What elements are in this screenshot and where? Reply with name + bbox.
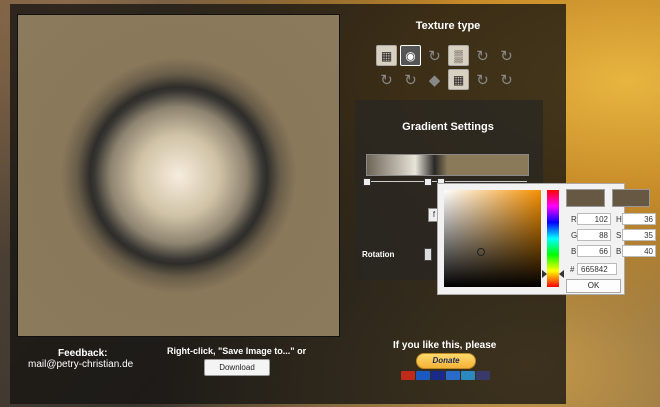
noise-icon[interactable]: ▒ xyxy=(448,45,469,66)
s-input[interactable]: 35 xyxy=(622,229,656,241)
texture-type-title: Texture type xyxy=(415,20,481,32)
diamond-pattern-icon: ◆ xyxy=(428,71,441,89)
refresh-icon: ↻ xyxy=(476,71,489,89)
donate-button[interactable]: Donate xyxy=(416,353,476,369)
rotation-label: Rotation xyxy=(362,250,395,259)
tile-pattern-icon[interactable]: ▦ xyxy=(376,45,397,66)
refresh-icon: ↻ xyxy=(428,47,441,65)
color-cursor[interactable] xyxy=(477,248,485,256)
color-picker: R 102 G 88 B 66 H 36 S 35 B 40 # 665842 … xyxy=(437,183,656,295)
refresh-icon: ↻ xyxy=(404,71,417,89)
ok-button[interactable]: OK xyxy=(566,279,621,293)
hex-label: # xyxy=(570,265,575,274)
r-label: R xyxy=(571,215,577,224)
texture-preview-canvas[interactable] xyxy=(17,14,340,337)
b-label: B xyxy=(571,247,577,256)
h-label: H xyxy=(616,215,622,224)
refresh-icon: ↻ xyxy=(500,71,513,89)
refresh-icon: ↻ xyxy=(500,47,513,65)
h-input[interactable]: 36 xyxy=(622,213,656,225)
brightness-input[interactable]: 40 xyxy=(622,245,656,257)
radial-gradient-icon[interactable]: ◉ xyxy=(400,45,421,66)
download-button[interactable]: Download xyxy=(204,359,270,376)
hue-arrow-left-icon xyxy=(542,270,547,278)
g-input[interactable]: 88 xyxy=(577,229,611,241)
save-hint-text: Right-click, "Save Image to..." or xyxy=(167,346,307,356)
rotation-slider-handle[interactable] xyxy=(424,248,432,261)
current-color-swatch xyxy=(612,189,650,207)
amex-icon xyxy=(461,371,475,380)
brightness-label: B xyxy=(616,247,622,256)
saturation-value-square[interactable] xyxy=(444,190,541,287)
payment-cards xyxy=(401,371,490,380)
feedback-title: Feedback: xyxy=(58,348,108,359)
gradient-stop-track xyxy=(366,181,527,182)
gradient-stop-handle[interactable] xyxy=(424,178,432,186)
mastercard-icon xyxy=(401,371,415,380)
hex-input[interactable]: 665842 xyxy=(577,263,617,275)
gradient-stop-handle[interactable] xyxy=(363,178,371,186)
gradient-bar[interactable] xyxy=(366,154,529,176)
new-color-swatch xyxy=(566,189,605,207)
hue-slider[interactable] xyxy=(547,190,559,287)
b-input[interactable]: 66 xyxy=(577,245,611,257)
hue-arrow-right-icon xyxy=(559,270,564,278)
grid-pattern-icon[interactable]: ▦ xyxy=(448,69,469,90)
feedback-email-link[interactable]: mail@petry-christian.de xyxy=(28,359,133,370)
gradient-settings-title: Gradient Settings xyxy=(402,121,494,133)
r-input[interactable]: 102 xyxy=(577,213,611,225)
refresh-icon: ↻ xyxy=(380,71,393,89)
refresh-icon: ↻ xyxy=(476,47,489,65)
maestro-icon xyxy=(416,371,430,380)
s-label: S xyxy=(616,231,622,240)
donate-prompt-text: If you like this, please xyxy=(393,340,497,351)
visa-icon xyxy=(431,371,445,380)
texture-type-grid: ▦ ◉ ↻ ▒ ↻ ↻ ↻ ↻ ◆ ▦ ↻ ↻ xyxy=(376,45,517,90)
bank-card-icon xyxy=(476,371,490,380)
visa-electron-icon xyxy=(446,371,460,380)
